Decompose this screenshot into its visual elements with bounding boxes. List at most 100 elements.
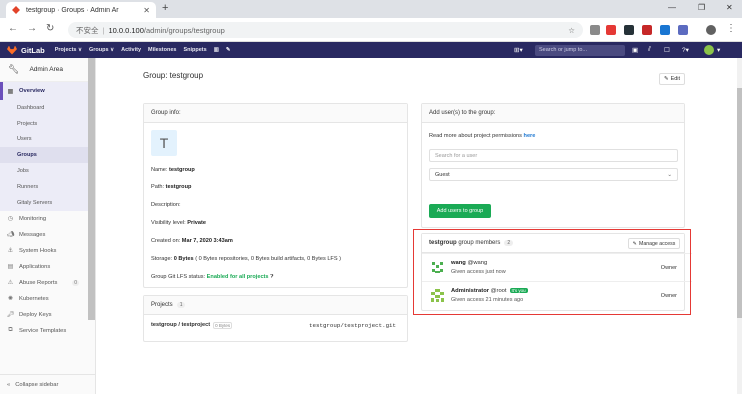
forward-icon[interactable]: → [27, 23, 37, 34]
gitlab-brand[interactable]: GitLab [21, 46, 45, 55]
tab-title: testgroup · Groups · Admin Ar [26, 6, 119, 14]
edit-icon: ✎ [663, 76, 669, 82]
menu-icon[interactable]: ⋮ [726, 23, 736, 34]
sidebar-item-kubernetes[interactable]: ✺ Kubernetes [0, 291, 95, 307]
profile-icon[interactable] [706, 25, 716, 35]
wrench-icon: 🔧︎ [8, 64, 20, 74]
sidebar-item-overview[interactable]: ▦ Overview [0, 82, 95, 100]
edit-button[interactable]: ✎ Edit [659, 73, 685, 85]
highlight-box [413, 229, 691, 315]
extension-icon[interactable] [660, 25, 670, 35]
add-users-panel: Add user(s) to the group: Read more abou… [421, 103, 685, 228]
group-avatar: T [151, 130, 177, 156]
sidebar-item-gitaly[interactable]: Gitaly Servers [0, 194, 95, 211]
sidebar-header[interactable]: 🔧︎ Admin Area [0, 58, 95, 82]
merge-request-icon[interactable]: ⫽ [648, 46, 651, 54]
hooks-icon: ⚓︎ [7, 248, 14, 255]
sidebar-item-users[interactable]: Users [0, 131, 95, 148]
sidebar-item-messages[interactable]: 📣︎ Messages [0, 227, 95, 243]
sidebar-item-groups[interactable]: Groups [0, 147, 95, 164]
permissions-text: Read more about project permissions here [429, 133, 536, 139]
url-field[interactable]: 不安全 | 10.0.0.100/admin/groups/testgroup … [68, 22, 583, 38]
sidebar-item-dashboard[interactable]: Dashboard [0, 100, 95, 116]
group-storage-row: Storage: 0 Bytes ( 0 Bytes repositories,… [151, 256, 341, 262]
gitlab-logo-icon[interactable] [7, 45, 17, 55]
help-icon[interactable]: ?▾ [682, 46, 689, 54]
projects-header: Projects 1 [144, 296, 407, 315]
browser-addressbar: ← → ↻ 不安全 | 10.0.0.100/admin/groups/test… [0, 18, 742, 42]
sidebar-item-deploy-keys[interactable]: 🔑︎ Deploy Keys [0, 307, 95, 323]
kubernetes-icon: ✺ [7, 296, 14, 303]
extension-icon[interactable] [678, 25, 688, 35]
project-name[interactable]: testgroup / testproject [151, 322, 210, 329]
todo-icon[interactable]: ▣ [632, 46, 638, 54]
extension-icon[interactable] [606, 25, 616, 35]
overview-icon: ▦ [7, 88, 14, 95]
sidebar-item-jobs[interactable]: Jobs [0, 163, 95, 179]
window-close-icon[interactable]: ✕ [726, 3, 733, 12]
nav-milestones[interactable]: Milestones [148, 47, 176, 53]
permissions-link[interactable]: here [524, 133, 536, 139]
gitlab-navbar: GitLab Projects ∨ Groups ∨ Activity Mile… [0, 42, 742, 58]
sidebar-item-projects[interactable]: Projects [0, 115, 95, 132]
key-icon: 🔑︎ [7, 312, 15, 319]
sidebar-item-service-templates[interactable]: ⧉ Service Templates [0, 323, 95, 339]
url-path: /admin/groups/testgroup [143, 25, 225, 35]
gitlab-search-input[interactable]: Search or jump to... [535, 45, 625, 56]
extension-icon[interactable] [642, 25, 652, 35]
group-name-row: Name: testgroup [151, 167, 195, 173]
sidebar-item-abuse-reports[interactable]: ⚠︎ Abuse Reports 0 [0, 275, 95, 291]
chevron-down-icon: ⌄ [667, 171, 672, 178]
tab-close-icon[interactable]: ✕ [143, 6, 150, 15]
help-icon[interactable]: ❓︎ [270, 274, 273, 280]
sidebar-item-runners[interactable]: Runners [0, 178, 95, 195]
abuse-icon: ⚠︎ [7, 280, 14, 287]
wrench-icon[interactable]: ✎ [226, 47, 231, 53]
group-info-header: Group info: [144, 104, 407, 123]
back-icon[interactable]: ← [8, 23, 18, 34]
templates-icon: ⧉ [8, 327, 13, 334]
browser-tabbar: testgroup · Groups · Admin Ar ✕ + — ❐ ✕ [0, 0, 742, 18]
add-users-header: Add user(s) to the group: [422, 104, 684, 123]
nav-activity[interactable]: Activity [121, 47, 141, 53]
admin-sidebar: 🔧︎ Admin Area ▦ Overview Dashboard Proje… [0, 58, 96, 394]
browser-tab[interactable]: testgroup · Groups · Admin Ar ✕ [6, 2, 156, 18]
sidebar-item-monitoring[interactable]: ◷ Monitoring [0, 211, 95, 227]
chevron-down-icon[interactable]: ▾ [717, 46, 720, 54]
reload-icon[interactable]: ↻ [46, 23, 54, 34]
group-path-row: Path: testgroup [151, 184, 192, 190]
add-users-button[interactable]: Add users to group [429, 204, 491, 218]
main-scrollbar[interactable] [737, 58, 742, 394]
collapse-sidebar-button[interactable]: « Collapse sidebar [0, 374, 95, 394]
extension-icon[interactable] [590, 25, 600, 35]
project-path: testgroup/testproject.git [309, 322, 396, 329]
url-host: 10.0.0.100 [108, 25, 144, 35]
sidebar-scrollbar[interactable] [88, 58, 95, 320]
group-info-panel: Group info: T Name: testgroup Path: test… [143, 103, 408, 288]
new-tab-icon[interactable]: + [162, 2, 168, 14]
nav-projects[interactable]: Projects ∨ [55, 47, 82, 53]
group-lfs-row: Group Git LFS status: Enabled for all pr… [151, 274, 274, 280]
minimize-icon[interactable]: — [668, 3, 676, 12]
plus-dropdown-icon[interactable]: ⊞▾ [514, 46, 523, 54]
sidebar-item-system-hooks[interactable]: ⚓︎ System Hooks [0, 243, 95, 259]
project-row[interactable]: testgroup / testproject 0 Bytes testgrou… [151, 322, 396, 329]
sidebar-item-applications[interactable]: ▤ Applications [0, 259, 95, 275]
extension-icon[interactable] [624, 25, 634, 35]
messages-icon: 📣︎ [7, 232, 15, 239]
issues-icon[interactable]: ☐ [664, 46, 670, 54]
main-content: Group: testgroup ✎ Edit Group info: T Na… [96, 58, 742, 394]
star-icon[interactable]: ☆ [568, 26, 575, 35]
chart-icon[interactable]: ▥ [214, 47, 219, 53]
nav-groups[interactable]: Groups ∨ [89, 47, 114, 53]
role-select[interactable]: Guest ⌄ [429, 168, 678, 181]
group-created-row: Created on: Mar 7, 2020 3:43am [151, 238, 233, 244]
group-visibility-row: Visibility level: Private [151, 220, 206, 226]
user-avatar[interactable] [704, 45, 714, 55]
project-size: 0 Bytes [213, 322, 233, 329]
nav-snippets[interactable]: Snippets [183, 47, 206, 53]
maximize-icon[interactable]: ❐ [698, 3, 705, 12]
applications-icon: ▤ [7, 264, 14, 271]
sidebar-title: Admin Area [29, 66, 64, 73]
user-search-input[interactable]: Search for a user [429, 149, 678, 162]
